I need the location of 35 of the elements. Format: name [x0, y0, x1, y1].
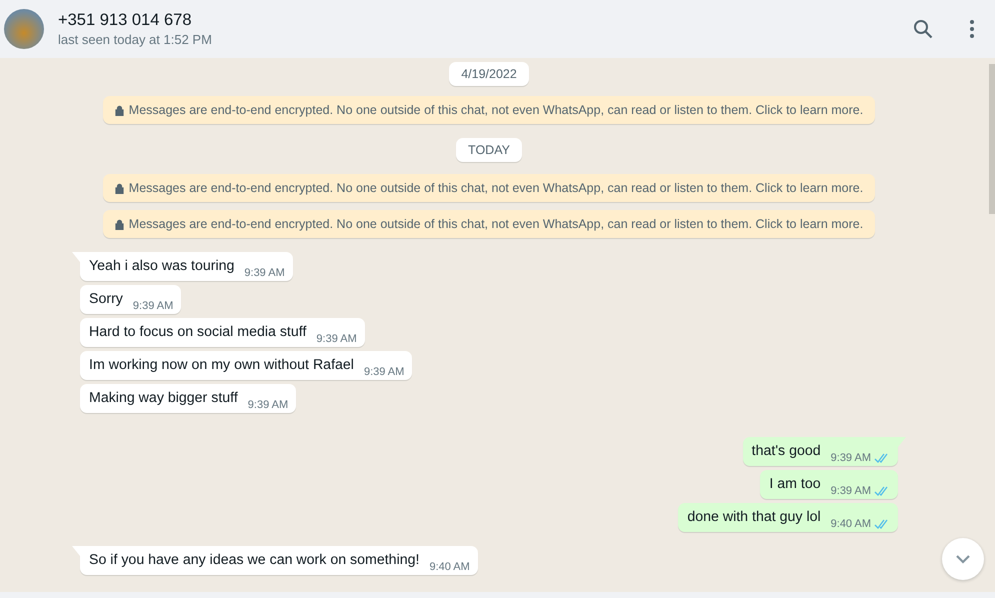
message-text: Making way bigger stuff — [89, 389, 238, 408]
search-icon — [913, 19, 933, 39]
date-chip: TODAY — [456, 138, 522, 162]
lock-icon — [114, 182, 124, 194]
message-time: 9:39 AM — [244, 267, 285, 279]
avatar[interactable] — [4, 9, 44, 49]
message-text: that's good — [752, 442, 821, 461]
last-seen-status: last seen today at 1:52 PM — [58, 32, 213, 47]
lock-icon — [114, 104, 124, 116]
message-text: Hard to focus on social media stuff — [89, 323, 306, 342]
message-time: 9:40 AM — [429, 561, 470, 573]
contact-name: +351 913 014 678 — [58, 11, 193, 30]
chevron-down-icon — [955, 554, 971, 564]
message-text: Sorry — [89, 290, 123, 309]
notice-text: Messages are end-to-end encrypted. No one outside of this chat, not even WhatsApp, can read or listen to them. Click to learn more. — [128, 181, 864, 195]
message-text: So if you have any ideas we can work on something! — [89, 551, 420, 570]
message-text: I am too — [769, 475, 821, 494]
message-time: 9:39 AM — [830, 485, 871, 497]
menu-icon — [969, 19, 975, 39]
message-time: 9:40 AM — [830, 518, 871, 530]
date-chip: 4/19/2022 — [449, 62, 529, 86]
notice-text: Messages are end-to-end encrypted. No one outside of this chat, not even WhatsApp, can read or listen to them. Click to learn more. — [128, 217, 864, 231]
message-text: Im working now on my own without Rafael — [89, 356, 354, 375]
message-time: 9:39 AM — [316, 333, 357, 345]
encryption-notice[interactable]: Messages are end-to-end encrypted. No one outside of this chat, not even WhatsApp, can read or listen to them. Click to learn more. — [102, 174, 876, 202]
message-text: done with that guy lol — [687, 508, 821, 527]
lock-icon — [114, 218, 124, 230]
message-time: 9:39 AM — [132, 300, 174, 312]
message-time: 9:39 AM — [248, 399, 288, 411]
notice-text: Messages are end-to-end encrypted. No one outside of this chat, not even WhatsApp, can read or listen to them. Click to learn more. — [128, 103, 864, 117]
message-time: 9:39 AM — [830, 452, 871, 464]
message-text: Yeah i also was touring — [89, 257, 234, 276]
encryption-notice[interactable]: Messages are end-to-end encrypted. No one outside of this chat, not even WhatsApp, can read or listen to them. Click to learn more. — [102, 96, 876, 124]
message-time: 9:39 AM — [364, 366, 404, 378]
encryption-notice[interactable]: Messages are end-to-end encrypted. No one outside of this chat, not even WhatsApp, can read or listen to them. Click to learn more. — [102, 210, 876, 238]
